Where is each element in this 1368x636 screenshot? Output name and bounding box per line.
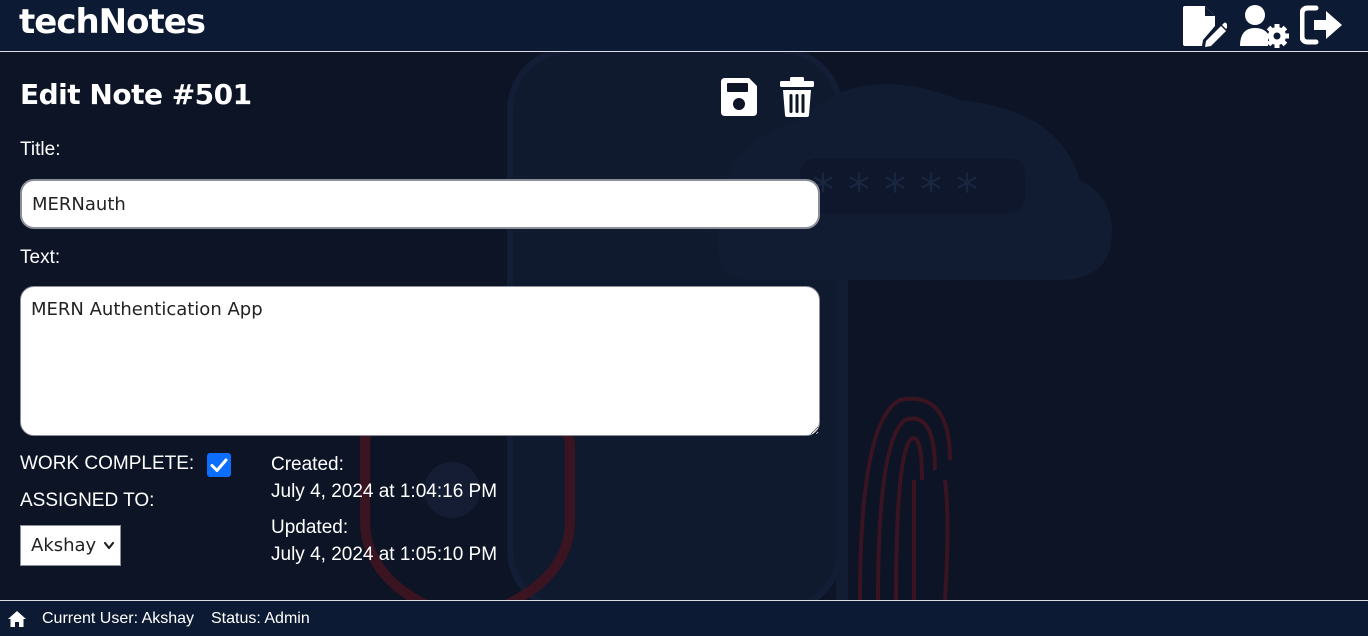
work-complete-label: WORK COMPLETE: (20, 453, 195, 474)
work-complete-checkbox[interactable] (207, 453, 231, 477)
logout-button[interactable] (1299, 4, 1344, 48)
footer-bar: Current User: Akshay Status: Admin (0, 600, 1368, 636)
chevron-down-icon (103, 541, 115, 550)
assigned-user-value: Akshay (31, 535, 97, 556)
assigned-user-select[interactable]: Akshay (20, 525, 121, 566)
updated-info: Updated: July 4, 2024 at 1:05:10 PM (271, 514, 497, 568)
title-label: Title: (20, 139, 61, 160)
title-input[interactable] (20, 179, 820, 229)
updated-label: Updated: (271, 517, 349, 538)
checkmark-icon (210, 458, 228, 472)
top-navbar: techNotes (0, 0, 1368, 52)
home-button[interactable] (7, 610, 27, 628)
created-timestamp: July 4, 2024 at 1:04:16 PM (271, 481, 498, 502)
floppy-disk-icon (721, 78, 757, 116)
trash-icon (780, 77, 814, 117)
new-note-button[interactable] (1181, 4, 1229, 48)
user-gear-icon (1240, 5, 1289, 48)
home-icon (8, 611, 26, 627)
page-title: Edit Note #501 (20, 78, 252, 111)
app-title-link[interactable]: techNotes (19, 2, 206, 42)
status-text: Status: Admin (211, 610, 310, 627)
current-user-text: Current User: Akshay (42, 610, 195, 627)
svg-text:* * * * *: * * * * * (812, 165, 978, 216)
file-pen-icon (1183, 6, 1229, 47)
assigned-to-label: ASSIGNED TO: (20, 490, 155, 511)
created-info: Created: July 4, 2024 at 1:04:16 PM (271, 451, 497, 505)
logout-icon (1299, 5, 1342, 45)
save-button[interactable] (719, 76, 759, 118)
text-textarea[interactable]: MERN Authentication App (20, 286, 820, 436)
text-label: Text: (20, 247, 61, 268)
users-settings-button[interactable] (1238, 4, 1290, 48)
updated-timestamp: July 4, 2024 at 1:05:10 PM (271, 544, 498, 565)
delete-button[interactable] (778, 76, 816, 118)
created-label: Created: (271, 454, 344, 475)
